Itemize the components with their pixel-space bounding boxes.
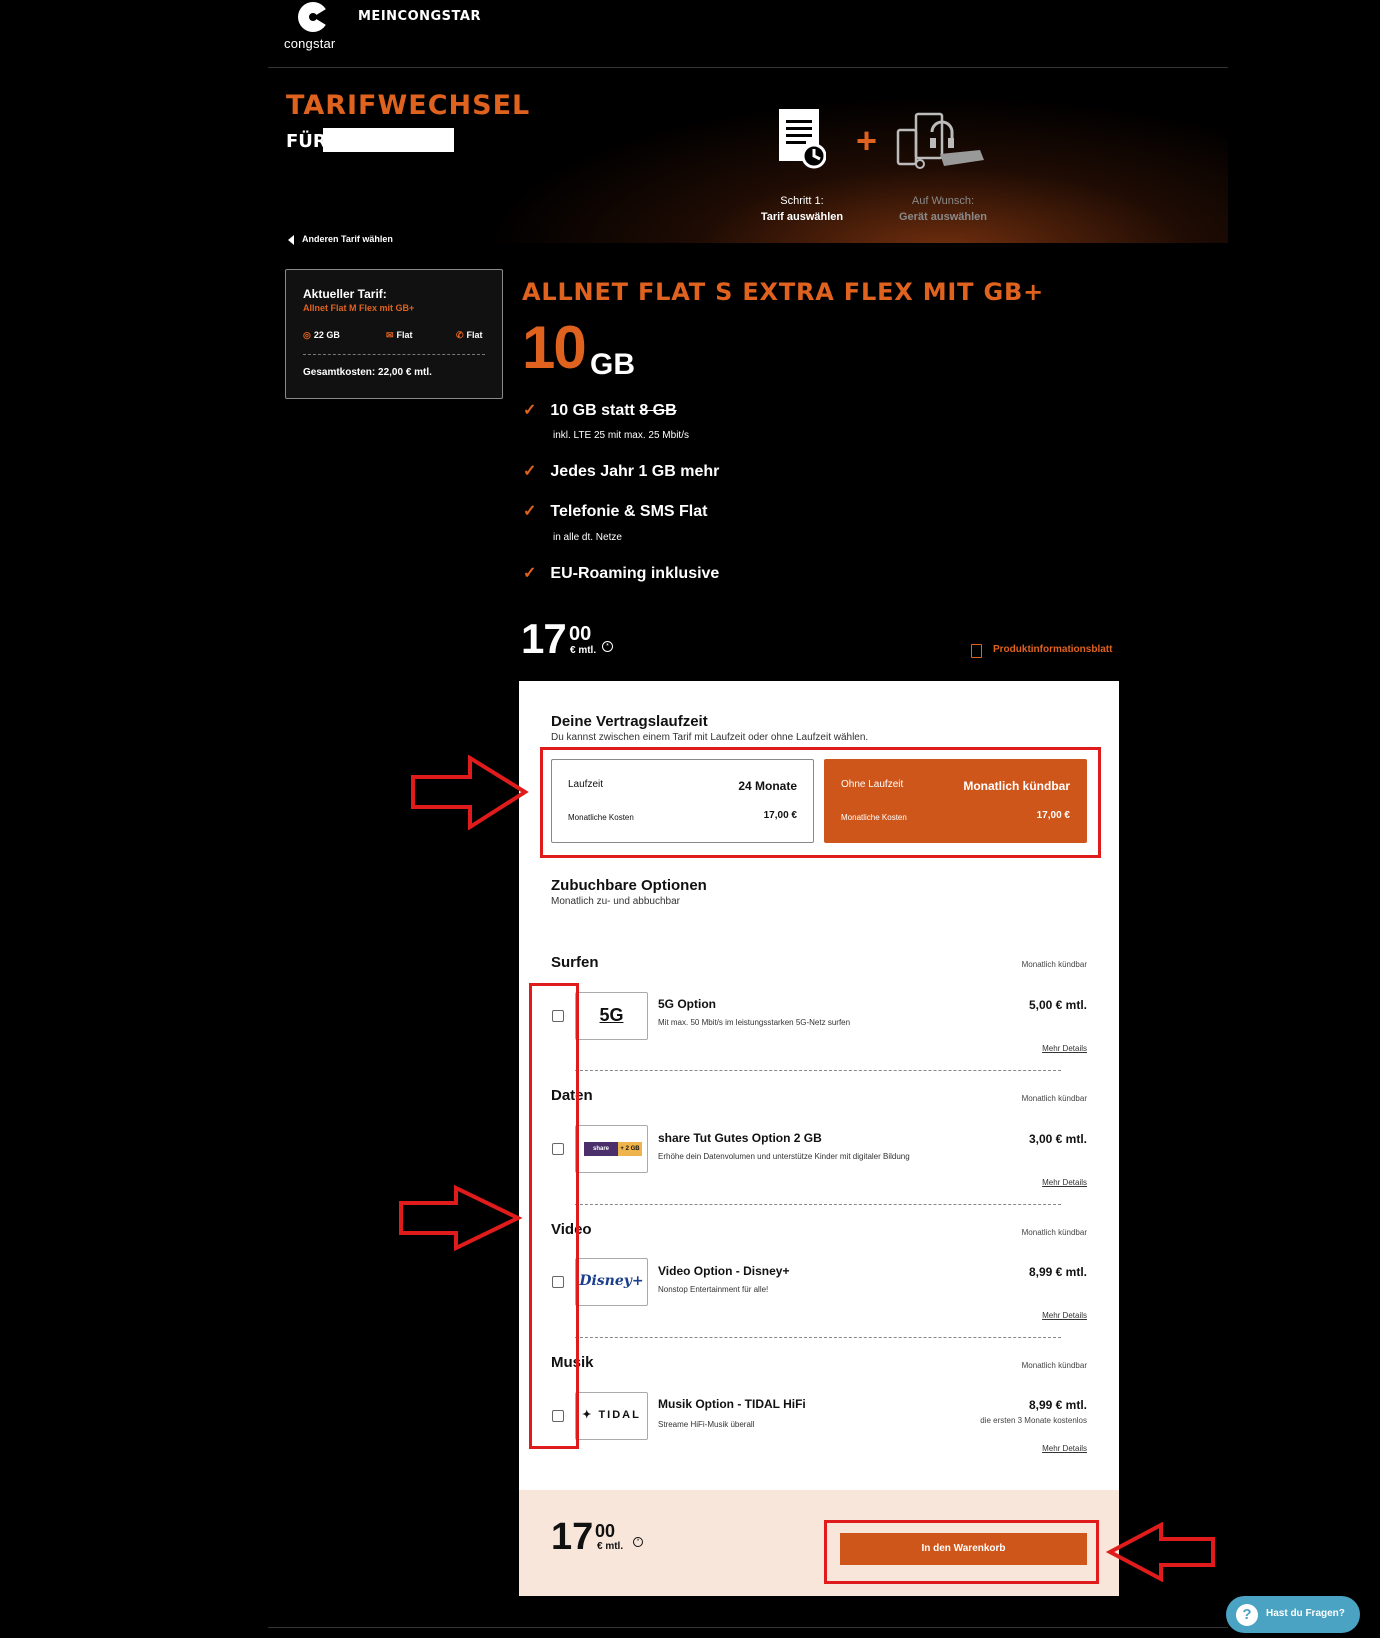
plus-sign: +: [856, 120, 878, 161]
addon-title: 5G Option: [658, 997, 716, 1011]
current-tariff-divider: [303, 354, 485, 355]
congstar-logo-icon[interactable]: [295, 0, 331, 34]
document-icon: [779, 109, 826, 169]
back-link[interactable]: Anderen Tarif wählen: [288, 234, 393, 245]
data-icon: ◎: [303, 330, 311, 340]
row-divider: [575, 1070, 1061, 1071]
price-info-icon[interactable]: *: [602, 641, 613, 652]
category-note: Monatlich kündbar: [1021, 960, 1087, 969]
step-1-label: Schritt 1:: [780, 195, 824, 207]
disney-logo-icon: Disney+: [575, 1258, 648, 1306]
brand-name: congstar: [284, 36, 336, 51]
annotation-cart-button: [824, 1520, 1099, 1584]
feature-1-sub: inkl. LTE 25 mit max. 25 Mbit/s: [553, 430, 689, 441]
current-sms-feature: ✉ Flat: [386, 330, 413, 340]
step-1[interactable]: Schritt 1: Tarif auswählen: [752, 193, 852, 225]
category-note: Monatlich kündbar: [1021, 1094, 1087, 1103]
help-label: Hast du Fragen?: [1266, 1608, 1345, 1619]
devices-icon: [896, 112, 984, 169]
step-2-label: Auf Wunsch:: [911, 195, 975, 207]
for-label: FÜR: [286, 131, 327, 152]
addon-price: 8,99 € mtl.: [1028, 1265, 1087, 1279]
current-tariff-name: Allnet Flat M Flex mit GB+: [303, 303, 415, 313]
addon-price: 3,00 € mtl.: [1028, 1132, 1087, 1146]
total-price-dec: 00: [595, 1521, 616, 1541]
annotation-arrow-right-icon: [399, 1185, 523, 1251]
data-amount: 10: [522, 314, 587, 381]
annotation-arrow-left-icon: [1106, 1522, 1215, 1582]
document-icon: [971, 644, 982, 658]
check-icon: ✓: [523, 565, 537, 582]
product-price-dec: 00: [569, 623, 592, 645]
total-price-unit: € mtl.: [597, 1541, 624, 1552]
phone-icon: ✆: [456, 330, 464, 340]
addon-title: Video Option - Disney+: [658, 1264, 790, 1278]
category-surfen: Surfen: [551, 954, 599, 971]
feature-3-sub: in alle dt. Netze: [553, 532, 622, 543]
product-title: ALLNET FLAT S EXTRA FLEX MIT GB+: [522, 278, 1044, 306]
feature-1: ✓ 10 GB statt 8 GB: [523, 402, 677, 419]
category-note: Monatlich kündbar: [1021, 1228, 1087, 1237]
addon-desc: Mit max. 50 Mbit/s im leistungsstarken 5…: [658, 1018, 851, 1027]
footer-divider: [268, 1627, 1228, 1628]
step-2-title: Gerät auswählen: [898, 211, 988, 223]
check-icon: ✓: [523, 503, 537, 520]
addon-more-details-link[interactable]: Mehr Details: [1042, 1044, 1087, 1053]
product-price-unit: € mtl.: [570, 645, 597, 656]
product-info-sheet-link[interactable]: Produktinformationsblatt: [993, 644, 1112, 655]
current-phone-feature: ✆ Flat: [456, 330, 483, 340]
check-icon: ✓: [523, 402, 537, 419]
contract-subtext: Du kannst zwischen einem Tarif mit Laufz…: [551, 732, 869, 743]
tidal-logo-icon: ✦ TIDAL: [575, 1392, 648, 1440]
addon-price-note: die ersten 3 Monate kostenlos: [980, 1416, 1087, 1425]
data-unit: GB: [590, 348, 635, 381]
addon-title: share Tut Gutes Option 2 GB: [658, 1131, 822, 1145]
hero-background: [480, 95, 1228, 243]
check-icon: ✓: [523, 463, 537, 480]
addons-subtext: Monatlich zu- und abbuchbar: [551, 896, 680, 907]
tidal-diamond-icon: ✦: [582, 1409, 594, 1421]
addons-heading: Zubuchbare Optionen: [551, 877, 707, 894]
product-price-int: 17: [521, 615, 567, 662]
current-tariff-title: Aktueller Tarif:: [303, 287, 387, 301]
addon-desc: Nonstop Entertainment für alle!: [658, 1285, 769, 1294]
nav-meincongstar[interactable]: MEINCONGSTAR: [358, 9, 481, 24]
price-info-icon[interactable]: *: [633, 1537, 643, 1547]
header-divider: [268, 67, 1228, 68]
addon-more-details-link[interactable]: Mehr Details: [1042, 1311, 1087, 1320]
question-icon: ?: [1236, 1604, 1258, 1626]
step-2[interactable]: Auf Wunsch: Gerät auswählen: [888, 193, 998, 225]
envelope-icon: ✉: [386, 330, 394, 340]
5g-logo-icon: 5G: [575, 992, 648, 1040]
addon-price: 5,00 € mtl.: [1028, 998, 1087, 1012]
row-divider: [575, 1204, 1061, 1205]
feature-4: ✓ EU-Roaming inklusive: [523, 565, 720, 582]
annotation-arrow-right-icon: [411, 755, 529, 830]
row-divider: [575, 1337, 1061, 1338]
addon-more-details-link[interactable]: Mehr Details: [1042, 1444, 1087, 1453]
feature-3: ✓ Telefonie & SMS Flat: [523, 503, 708, 520]
feature-2: ✓ Jedes Jahr 1 GB mehr: [523, 463, 720, 480]
current-tariff-total: Gesamtkosten: 22,00 € mtl.: [303, 367, 432, 378]
help-chat-button[interactable]: ? Hast du Fragen?: [1226, 1596, 1360, 1633]
back-link-label: Anderen Tarif wählen: [302, 234, 393, 244]
current-tariff-card: Aktueller Tarif: Allnet Flat M Flex mit …: [285, 269, 503, 399]
addon-title: Musik Option - TIDAL HiFi: [658, 1397, 806, 1411]
page-title: TARIFWECHSEL: [286, 90, 531, 121]
current-data-feature: ◎ 22 GB: [303, 330, 340, 340]
step-1-title: Tarif auswählen: [760, 211, 844, 223]
addon-desc: Streame HiFi-Musik überall: [658, 1420, 755, 1429]
back-arrow-icon: [288, 234, 294, 245]
addon-desc: Erhöhe dein Datenvolumen und unterstütze…: [658, 1152, 910, 1161]
total-price-int: 17: [551, 1516, 594, 1558]
addon-price: 8,99 € mtl.: [1028, 1398, 1087, 1412]
addon-more-details-link[interactable]: Mehr Details: [1042, 1178, 1087, 1187]
category-note: Monatlich kündbar: [1021, 1361, 1087, 1370]
share-logo-icon: share + 2 GB: [575, 1125, 648, 1173]
redacted-name: [323, 128, 454, 152]
annotation-checkbox-column: [529, 983, 579, 1449]
annotation-contract-box: [540, 747, 1101, 858]
contract-heading: Deine Vertragslaufzeit: [551, 713, 708, 730]
